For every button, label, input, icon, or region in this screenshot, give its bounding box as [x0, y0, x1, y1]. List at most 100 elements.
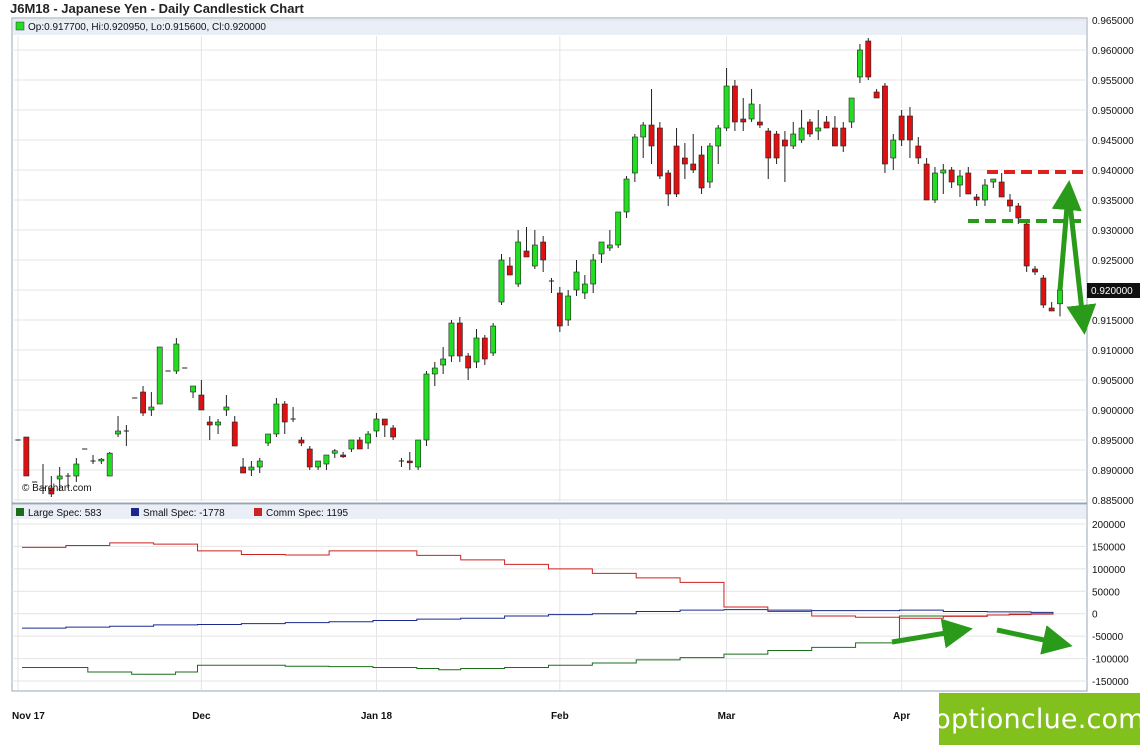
candle-body [715, 127, 722, 147]
candle-body [840, 127, 847, 147]
candle-body [665, 172, 672, 195]
candle-body [615, 211, 622, 246]
candle-body [732, 85, 738, 123]
candle-body [381, 418, 388, 426]
candle-body [373, 418, 380, 432]
candle-body [990, 178, 997, 183]
candle-body [832, 127, 838, 147]
candle-body [882, 85, 888, 165]
candle-body [740, 118, 747, 123]
candle-body [106, 452, 113, 477]
price-tick-label: 0.940000 [1092, 166, 1134, 177]
candle-body [115, 430, 121, 435]
candle-body [1048, 307, 1055, 312]
candle-body [248, 466, 255, 471]
candle-body [356, 439, 363, 450]
candle-body [206, 421, 213, 426]
candle-body [315, 460, 321, 468]
candle-body [973, 196, 980, 201]
legend-large-spec: Large Spec: 583 [28, 508, 102, 519]
x-tick-label: Apr [893, 711, 910, 722]
candle-body [390, 427, 397, 438]
candle-body [915, 145, 922, 159]
candle-body [998, 181, 1005, 198]
price-tick-label: 0.955000 [1092, 76, 1134, 87]
candle-body [23, 436, 30, 477]
cot-tick-label: 100000 [1092, 565, 1126, 576]
candle-body [631, 136, 638, 174]
price-tick-label: 0.890000 [1092, 466, 1134, 477]
candle-body [773, 133, 780, 159]
x-tick-label: Mar [718, 711, 736, 722]
candle-body [865, 40, 872, 78]
candle-body [782, 139, 788, 147]
candle-body [873, 91, 880, 99]
candle-body [590, 259, 597, 285]
candle-body [523, 250, 530, 258]
cot-tick-label: 200000 [1092, 520, 1126, 531]
candle-body [748, 103, 755, 120]
candle-body [473, 337, 480, 363]
candle-body [331, 450, 338, 454]
legend-small-spec: Small Spec: -1778 [143, 508, 225, 519]
cot-tick-label: 50000 [1092, 587, 1120, 598]
candle-body [190, 385, 196, 393]
candle-body [281, 403, 288, 423]
price-tick-label: 0.905000 [1092, 376, 1134, 387]
price-tick-label: 0.945000 [1092, 136, 1134, 147]
candle-body [540, 241, 547, 261]
candle-body [940, 169, 947, 174]
candle-body [440, 358, 447, 366]
candle-body [948, 169, 955, 183]
candle-body [198, 394, 205, 411]
candle-body [673, 145, 680, 195]
candle-body [957, 175, 963, 186]
candle-body [640, 124, 647, 138]
candle-body [465, 355, 472, 369]
candle-body [1007, 199, 1013, 207]
candle-body [456, 322, 463, 357]
candle-body [765, 130, 772, 159]
candle-body [623, 178, 630, 213]
cot-y-axis: 200000 150000 100000 50000 0 -50000 -100000 -15… [1092, 520, 1129, 688]
price-tick-label: 0.885000 [1092, 496, 1134, 507]
candle-body [231, 421, 238, 447]
candle-body [365, 433, 371, 444]
candle-body [498, 259, 505, 303]
watermark: optionclue.com [934, 693, 1140, 745]
candle-body [556, 292, 563, 327]
candle-body [273, 403, 280, 435]
legend-swatch-comm-spec [254, 508, 262, 516]
price-tick-label: 0.910000 [1092, 346, 1134, 357]
candle-body [757, 121, 763, 126]
price-legend-swatch [15, 21, 25, 31]
candle-body [707, 145, 713, 183]
candle-body [1057, 289, 1063, 305]
barchart-credit: © Barchart.com [22, 483, 92, 494]
candle-body [173, 343, 180, 372]
candle-body [1023, 223, 1030, 267]
price-tick-label: 0.965000 [1092, 16, 1134, 27]
candle-body [215, 421, 221, 426]
candle-body [348, 439, 355, 450]
candle-body [240, 466, 246, 474]
candle-body [790, 133, 797, 147]
candle-body [323, 454, 330, 465]
candle-body [148, 406, 155, 411]
watermark-text: optionclue.com [934, 703, 1140, 735]
candle-body [490, 325, 497, 354]
candle-body [223, 406, 230, 411]
candle-body [698, 154, 705, 189]
x-tick-label: Nov 17 [12, 711, 45, 722]
candle-body [823, 121, 830, 129]
candle-body [423, 373, 430, 441]
candle-body [648, 124, 655, 147]
candle-body [798, 127, 805, 141]
candle-body [598, 241, 605, 255]
candle-body [807, 121, 813, 135]
candle-body [140, 391, 146, 414]
x-tick-label: Feb [551, 711, 569, 722]
candle-body [340, 454, 346, 458]
candle-body [890, 139, 897, 159]
candle-body [581, 283, 588, 294]
